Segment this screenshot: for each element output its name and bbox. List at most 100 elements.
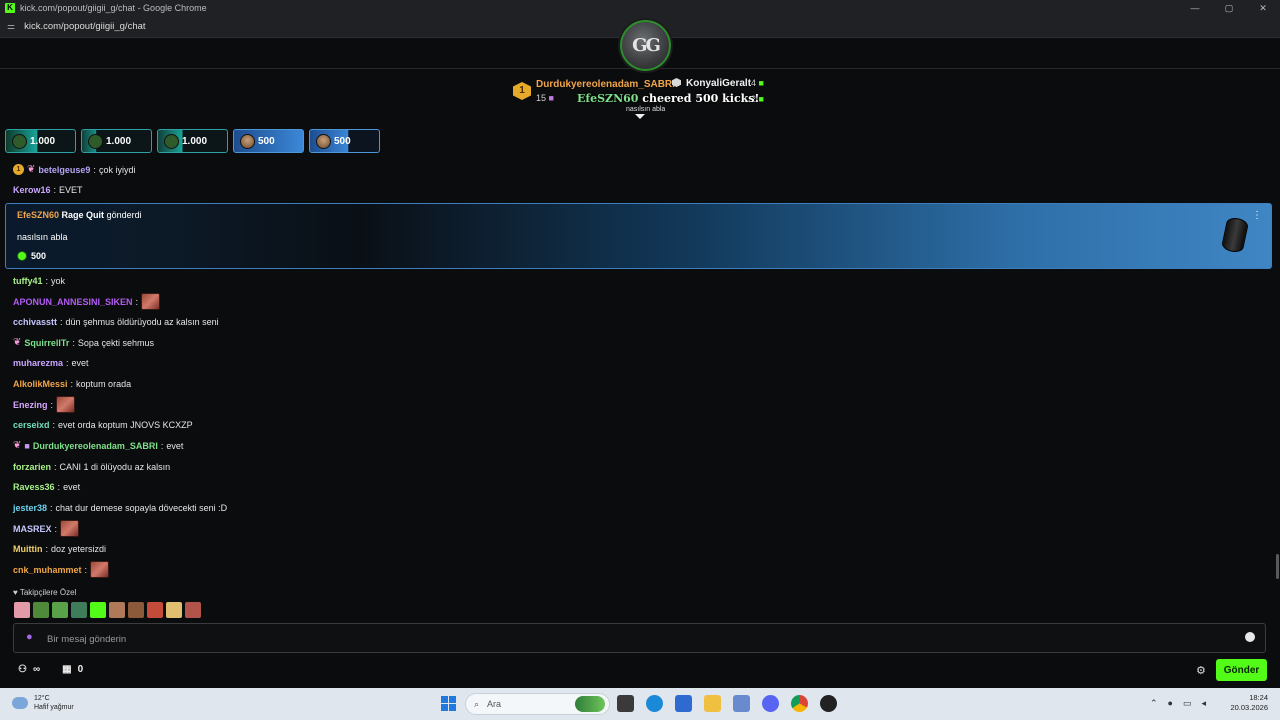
emote-button[interactable] — [147, 602, 163, 618]
chat-message: ❦ SquirrellTr: Sopa çekti sehmus — [13, 337, 154, 349]
clock-date: 20.03.2026 — [1230, 703, 1268, 712]
store-app-icon[interactable] — [675, 695, 692, 712]
colon: : — [135, 296, 139, 307]
chat-username[interactable]: muharezma — [13, 358, 63, 368]
windows-start-icon[interactable] — [441, 696, 456, 711]
kick-card-user[interactable]: EfeSZN60 — [17, 210, 59, 220]
colon: : — [54, 462, 57, 472]
volume-icon[interactable]: ◂ — [1202, 698, 1207, 709]
chat-username[interactable]: forzarien — [13, 462, 51, 472]
emote-button[interactable] — [166, 602, 182, 618]
chat-message-input[interactable] — [47, 630, 1227, 648]
chat-message: Enezing: — [13, 396, 76, 413]
emote-button[interactable] — [33, 602, 49, 618]
chat-username[interactable]: cerseixd — [13, 420, 50, 430]
chevron-up-icon[interactable]: ⌃ — [1150, 698, 1158, 709]
chat-text: evet — [63, 482, 81, 492]
url-text[interactable]: kick.com/popout/giigii_g/chat — [24, 21, 145, 32]
emote-button[interactable] — [109, 602, 125, 618]
pinned-kick[interactable]: 500 — [309, 129, 380, 153]
chat-username[interactable]: Enezing — [13, 400, 48, 410]
kick-card-item: Rage Quit — [61, 210, 105, 220]
chat-text: evet — [166, 441, 184, 451]
chrome-icon[interactable] — [791, 695, 808, 712]
emote-button[interactable] — [52, 602, 68, 618]
pinned-kick[interactable]: 500 — [233, 129, 304, 153]
send-button[interactable]: Gönder — [1216, 659, 1267, 681]
search-highlight-icon — [575, 696, 605, 712]
cheer-action: cheered — [642, 92, 692, 105]
emote-image[interactable] — [60, 520, 80, 537]
channel-avatar-text: GG — [632, 35, 661, 56]
leader-2-name[interactable]: KonyaliGeralt — [686, 78, 751, 89]
emote-image[interactable] — [90, 561, 110, 578]
settings-gear-icon[interactable]: ⚙ — [1196, 664, 1206, 677]
maximize-button[interactable]: ▢ — [1212, 0, 1246, 16]
users-icon[interactable]: ⚇ — [18, 664, 27, 675]
chat-username[interactable]: SquirrellTr — [24, 338, 69, 348]
pinned-kick[interactable]: 1.000 — [5, 129, 76, 153]
discord-icon[interactable] — [762, 695, 779, 712]
chat-username[interactable]: Durdukyereolenadam_SABRI — [33, 441, 158, 451]
colon: : — [93, 164, 96, 175]
store-icon[interactable]: ▦ — [62, 664, 71, 675]
emote-button[interactable] — [185, 602, 201, 618]
microphone-tray-icon[interactable]: ● — [1168, 698, 1173, 709]
minimize-button[interactable]: — — [1178, 0, 1212, 16]
channel-avatar[interactable]: GG — [618, 18, 673, 73]
chat-username[interactable]: AlkolikMessi — [13, 379, 68, 389]
emote-button[interactable] — [128, 602, 144, 618]
colon: : — [53, 185, 57, 195]
emote-button[interactable] — [14, 602, 30, 618]
task-view-icon[interactable] — [617, 695, 634, 712]
cheer-user: EfeSZN60 — [577, 92, 639, 105]
emote-button[interactable] — [90, 602, 106, 618]
microphone-icon[interactable]: ● — [26, 631, 33, 643]
colon: : — [45, 276, 49, 286]
pinned-kicks-bar: 1.000 1.000 1.000 500 500 — [5, 129, 380, 153]
chat-username[interactable]: Ravess36 — [13, 482, 55, 492]
weather-condition: Hafif yağmur — [34, 704, 74, 711]
chat-username[interactable]: APONUN_ANNESINI_SIKEN — [13, 297, 133, 307]
weather-temperature: 12°C — [34, 695, 50, 702]
taskbar-clock[interactable]: 18:24 20.03.2026 — [1230, 693, 1268, 713]
taskbar-search[interactable]: ⌕ Ara — [465, 693, 610, 715]
butterfly-badge-icon: ❦ — [27, 163, 36, 175]
kick-gem-icon: ■ — [758, 78, 764, 88]
pinned-kick[interactable]: 1.000 — [157, 129, 228, 153]
colon: : — [54, 523, 58, 534]
avatar — [12, 133, 27, 149]
chat-username[interactable]: cnk_muhammet — [13, 565, 82, 575]
close-button[interactable]: ✕ — [1246, 0, 1280, 16]
chat-text: çok iyiydi — [98, 164, 136, 175]
expand-arrow-icon[interactable] — [635, 114, 645, 119]
chat-text: Sopa çekti sehmus — [77, 338, 154, 348]
steam-icon[interactable] — [820, 695, 837, 712]
chat-scrollbar[interactable] — [1276, 554, 1279, 579]
settings-app-icon[interactable] — [733, 695, 750, 712]
more-options-icon[interactable]: ⋮ — [1252, 210, 1262, 221]
emoji-picker-icon[interactable] — [1245, 632, 1255, 642]
colon: : — [160, 441, 164, 451]
weather-widget[interactable]: 12°C Hafif yağmur — [12, 694, 74, 712]
file-explorer-icon[interactable] — [704, 695, 721, 712]
avatar — [164, 133, 179, 149]
site-settings-icon[interactable]: ⚌ — [7, 21, 15, 32]
chat-username[interactable]: jester38 — [13, 503, 47, 513]
chat-username[interactable]: Muittin — [13, 544, 43, 554]
emote-button[interactable] — [71, 602, 87, 618]
leader-1-name[interactable]: Durdukyereolenadam_SABRI — [536, 79, 675, 90]
chat-username[interactable]: betelgeuse9 — [38, 165, 90, 175]
emote-image[interactable] — [56, 396, 76, 413]
chat-text: koptum orada — [76, 379, 132, 389]
chat-username[interactable]: Kerow16 — [13, 185, 51, 195]
chat-username[interactable]: tuffy41 — [13, 276, 43, 286]
chat-username[interactable]: MASREX — [13, 524, 52, 534]
butterfly-badge-icon: ❦ — [13, 337, 22, 348]
chat-username[interactable]: cchivasstt — [13, 317, 57, 327]
infinity-icon[interactable]: ∞ — [33, 664, 40, 675]
pinned-kick[interactable]: 1.000 — [81, 129, 152, 153]
network-icon[interactable]: ▭ — [1183, 698, 1192, 709]
edge-browser-icon[interactable] — [646, 695, 663, 712]
emote-image[interactable] — [141, 293, 161, 310]
